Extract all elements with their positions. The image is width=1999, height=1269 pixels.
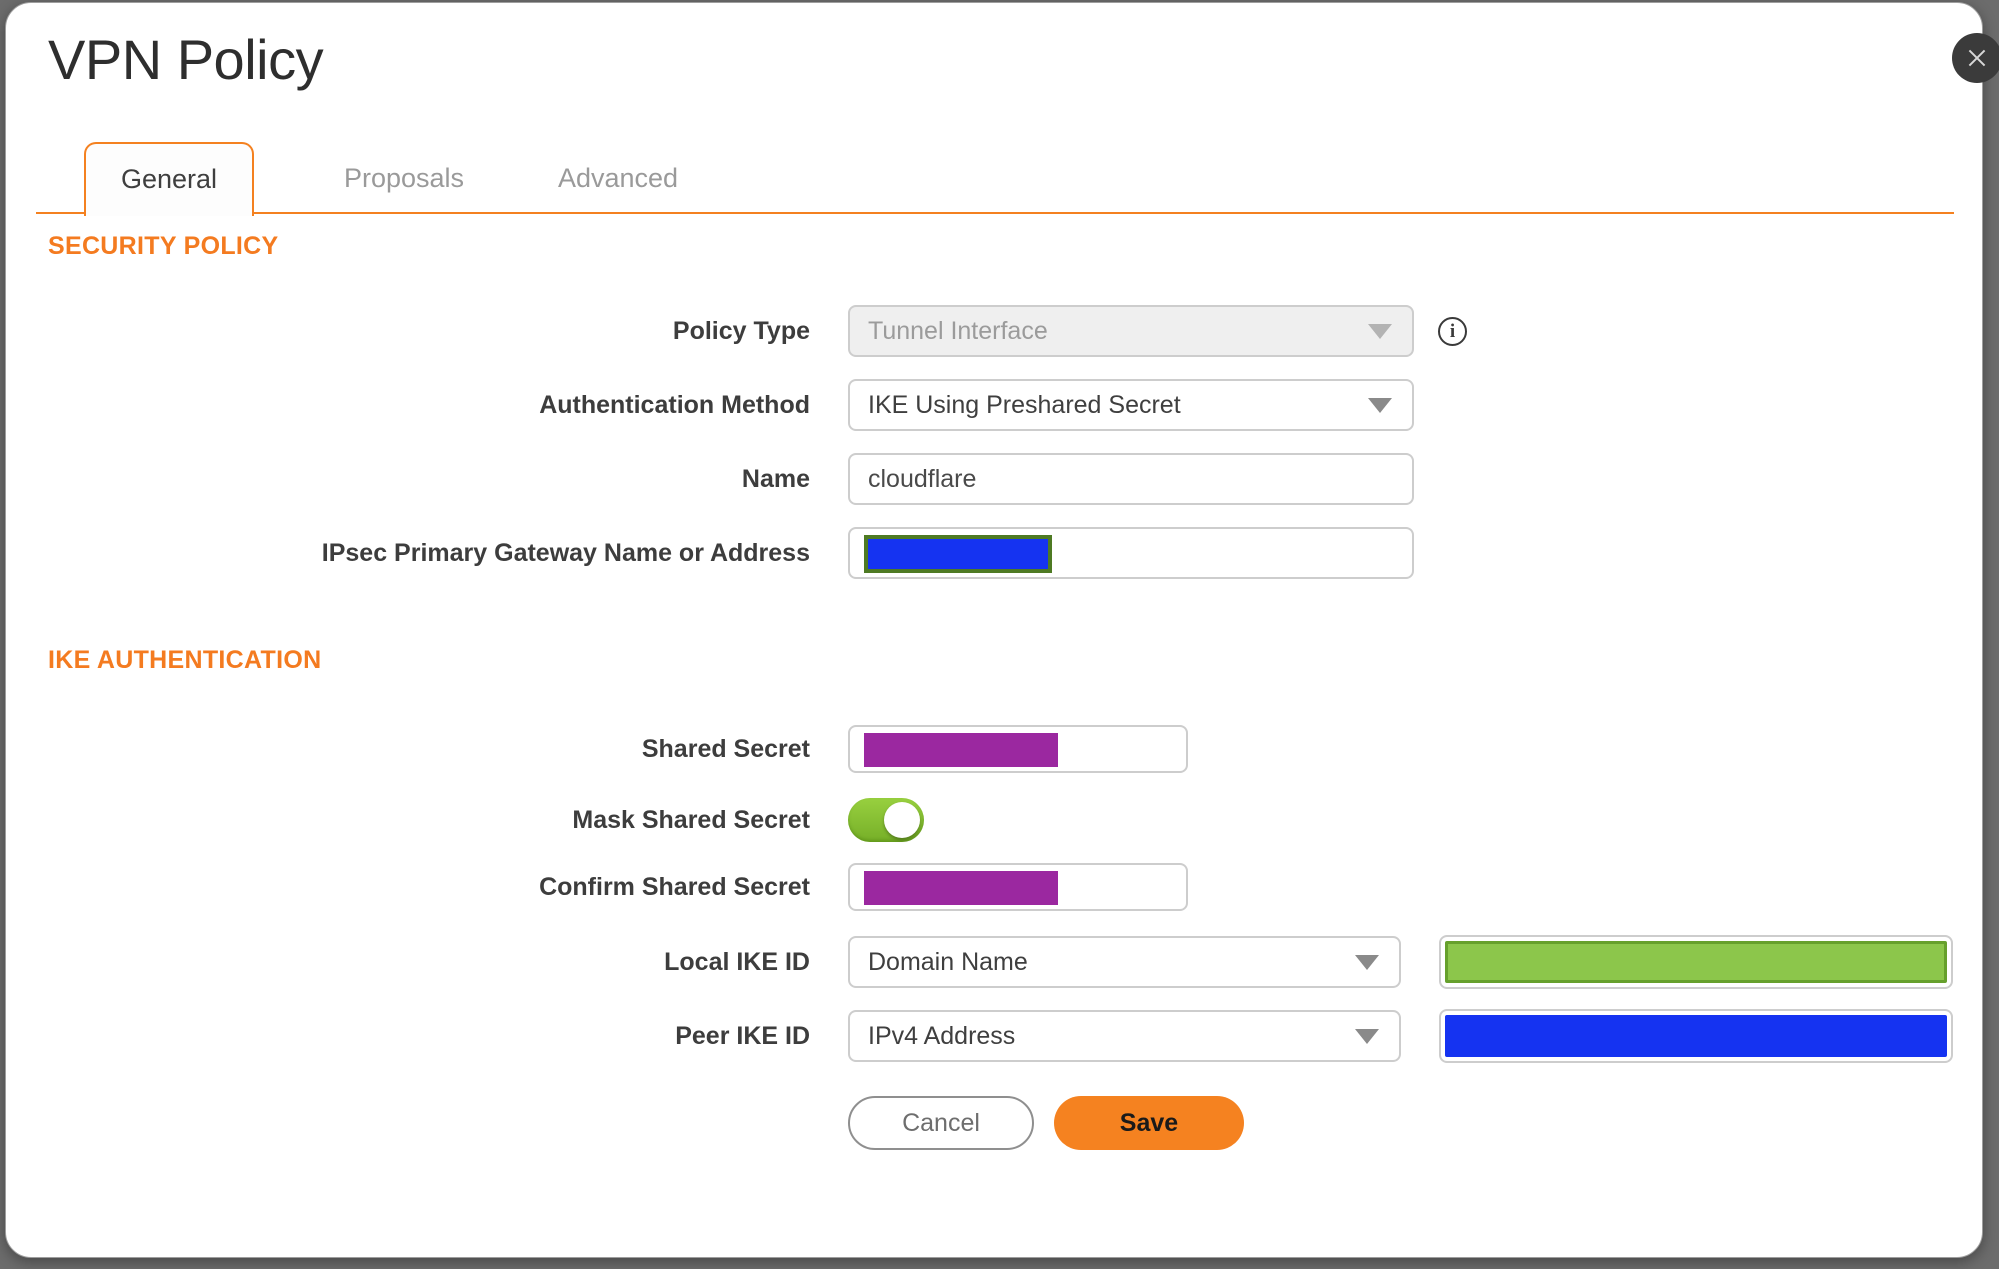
dialog-title: VPN Policy bbox=[48, 28, 324, 91]
chevron-down-icon bbox=[1355, 1029, 1379, 1044]
tab-general[interactable]: General bbox=[84, 142, 254, 216]
tab-bar: General Proposals Advanced bbox=[36, 142, 1954, 216]
peer-ike-id-select[interactable]: IPv4 Address bbox=[848, 1010, 1401, 1062]
redacted-gateway-value bbox=[864, 535, 1052, 573]
confirm-shared-secret-input[interactable] bbox=[848, 863, 1188, 911]
local-ike-id-select[interactable]: Domain Name bbox=[848, 936, 1401, 988]
local-ike-id-value-input[interactable] bbox=[1439, 935, 1953, 989]
ipsec-gateway-input[interactable] bbox=[848, 527, 1414, 579]
redacted-peer-ike-id-value bbox=[1445, 1015, 1947, 1057]
name-label: Name bbox=[741, 465, 810, 493]
name-input[interactable]: cloudflare bbox=[848, 453, 1414, 505]
section-header-ike-authentication: IKE AUTHENTICATION bbox=[48, 646, 322, 674]
tab-advanced[interactable]: Advanced bbox=[518, 142, 718, 214]
cancel-button[interactable]: Cancel bbox=[848, 1096, 1034, 1150]
name-value: cloudflare bbox=[868, 464, 977, 493]
local-ike-id-type-value: Domain Name bbox=[868, 947, 1028, 976]
close-button[interactable] bbox=[1952, 33, 1999, 83]
chevron-down-icon bbox=[1355, 955, 1379, 970]
tab-proposals[interactable]: Proposals bbox=[304, 142, 504, 214]
redacted-shared-secret-value bbox=[864, 733, 1058, 767]
authentication-method-value: IKE Using Preshared Secret bbox=[868, 390, 1181, 419]
peer-ike-id-label: Peer IKE ID bbox=[675, 1022, 810, 1050]
vpn-policy-dialog: VPN Policy General Proposals Advanced SE… bbox=[5, 2, 1983, 1258]
policy-type-select: Tunnel Interface bbox=[848, 305, 1414, 357]
info-icon[interactable]: i bbox=[1438, 317, 1467, 346]
mask-shared-secret-label: Mask Shared Secret bbox=[572, 806, 810, 834]
authentication-method-select[interactable]: IKE Using Preshared Secret bbox=[848, 379, 1414, 431]
policy-type-label: Policy Type bbox=[672, 317, 810, 345]
section-header-security-policy: SECURITY POLICY bbox=[48, 232, 279, 260]
mask-shared-secret-toggle[interactable] bbox=[848, 798, 924, 842]
redacted-confirm-secret-value bbox=[864, 871, 1058, 905]
ipsec-gateway-label: IPsec Primary Gateway Name or Address bbox=[321, 539, 810, 567]
peer-ike-id-value-input[interactable] bbox=[1439, 1009, 1953, 1063]
chevron-down-icon bbox=[1368, 398, 1392, 413]
chevron-down-icon bbox=[1368, 324, 1392, 339]
authentication-method-label: Authentication Method bbox=[539, 391, 810, 419]
redacted-local-ike-id-value bbox=[1445, 941, 1947, 983]
local-ike-id-label: Local IKE ID bbox=[664, 948, 810, 976]
shared-secret-label: Shared Secret bbox=[641, 735, 810, 763]
shared-secret-input[interactable] bbox=[848, 725, 1188, 773]
peer-ike-id-type-value: IPv4 Address bbox=[868, 1021, 1016, 1050]
confirm-shared-secret-label: Confirm Shared Secret bbox=[539, 873, 810, 901]
policy-type-value: Tunnel Interface bbox=[868, 316, 1048, 345]
close-icon bbox=[1968, 49, 1986, 67]
save-button[interactable]: Save bbox=[1054, 1096, 1244, 1150]
toggle-knob bbox=[884, 802, 920, 838]
